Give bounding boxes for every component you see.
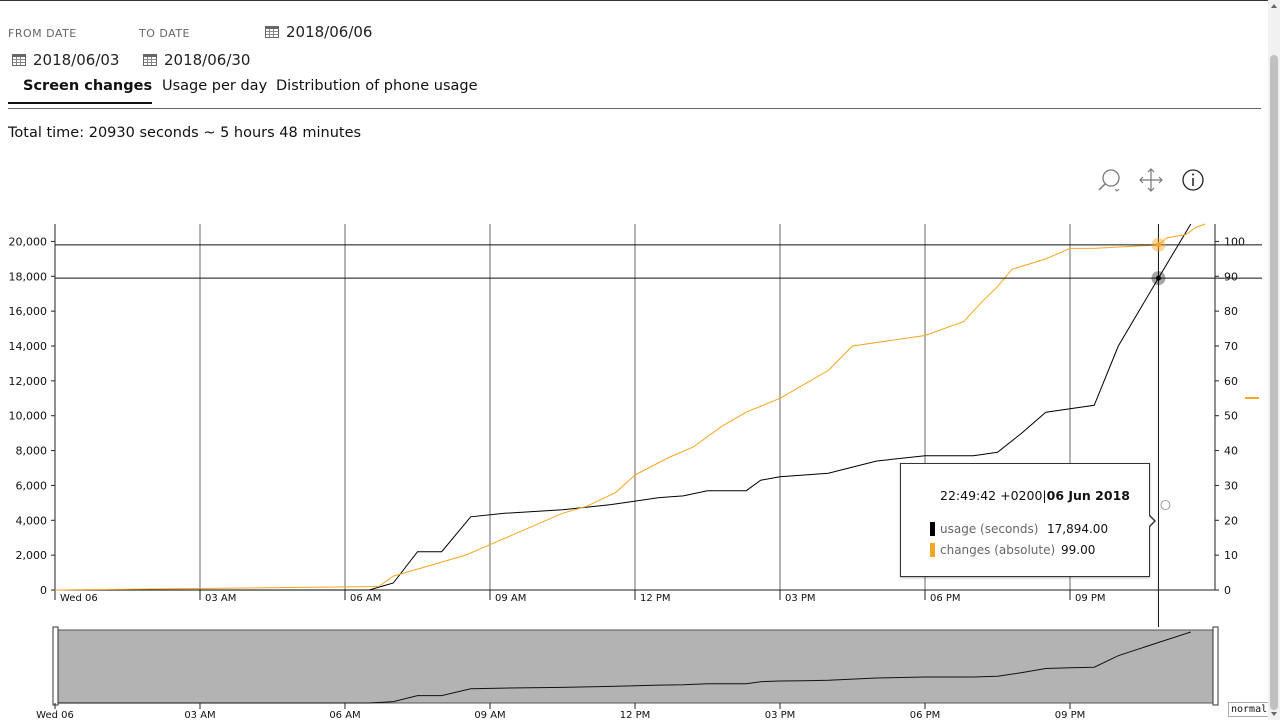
- page-scrollbar[interactable]: [1268, 0, 1280, 720]
- y-left-tick-label: 8,000: [16, 445, 48, 458]
- from-date-value: 2018/06/03: [33, 51, 120, 69]
- scroll-up-arrow-icon[interactable]: [1271, 4, 1277, 8]
- total-time-summary: Total time: 20930 seconds ~ 5 hours 48 m…: [8, 125, 362, 141]
- from-date-button[interactable]: 2018/06/03: [12, 51, 119, 69]
- x-tick-label: 06 PM: [930, 593, 961, 604]
- tooltip-value: 17,894.00: [1047, 522, 1109, 536]
- y-left-tick-label: 4,000: [16, 514, 48, 527]
- selected-date-value: 2018/06/06: [286, 23, 373, 41]
- y-right-tick-label: 100: [1224, 235, 1245, 248]
- tooltip-row-changes: changes (absolute) 99.00: [930, 543, 1095, 557]
- mode-badge: normal: [1228, 702, 1271, 717]
- range-navigator: Wed 06 03 AM 06 AM 09 AM 12 PM 03 PM 06 PM 09 P…: [36, 626, 1219, 720]
- info-icon[interactable]: [1179, 166, 1207, 194]
- y-right-tick-label: 80: [1224, 305, 1238, 318]
- navigator-handle-right: [1212, 626, 1219, 706]
- y-right-tick-label: 40: [1224, 445, 1238, 458]
- to-date-value: 2018/06/30: [164, 51, 251, 69]
- from-date-label: FROM DATE: [8, 27, 77, 40]
- tooltip-label: usage (seconds): [940, 522, 1039, 536]
- highlight-dot-changes: [1155, 242, 1161, 248]
- x-tick-label: 12 PM: [640, 593, 671, 604]
- y-left-tick-label: 20,000: [9, 235, 48, 248]
- scroll-down-arrow-icon[interactable]: [1271, 712, 1277, 716]
- calendar-icon: [265, 26, 279, 38]
- y-left-tick-label: 18,000: [9, 270, 48, 283]
- y-right-tick-label: 70: [1224, 340, 1238, 353]
- tooltip-row-usage: usage (seconds) 17,894.00: [930, 522, 1108, 536]
- zoom-icon[interactable]: [1096, 166, 1124, 194]
- navigator-range: [54, 629, 1216, 704]
- tab-usage-per-day[interactable]: Usage per day: [162, 78, 267, 102]
- navigator-tick-label: 12 PM: [620, 710, 651, 720]
- chart-tooltip: 22:49:42 +0200|06 Jun 2018 usage (second…: [900, 463, 1156, 577]
- selected-date-button[interactable]: 2018/06/06: [265, 23, 372, 41]
- info-small-icon: [1160, 500, 1171, 510]
- scroll-thumb[interactable]: [1270, 55, 1278, 710]
- highlight-marker-usage: [1151, 271, 1166, 286]
- navigator-tick-label: Wed 06: [36, 710, 74, 720]
- navigator-series-line: [55, 631, 1191, 704]
- highlight-marker-changes: [1151, 237, 1166, 252]
- x-tick-label: 03 PM: [785, 593, 816, 604]
- tooltip-value: 99.00: [1061, 543, 1096, 557]
- navigator-tick-label: 03 AM: [184, 710, 215, 720]
- y-right-tick-label: 10: [1224, 549, 1238, 562]
- y-left-tick-label: 14,000: [9, 340, 48, 353]
- y-right-tick-label: 30: [1224, 479, 1238, 492]
- calendar-icon: [12, 54, 26, 66]
- tooltip-label: changes (absolute): [940, 543, 1056, 557]
- x-tick-label: Wed 06: [60, 593, 98, 604]
- y-left-tick-label: 2,000: [16, 549, 48, 562]
- x-tick-label: 09 AM: [495, 593, 526, 604]
- y-right-tick-label: 60: [1224, 375, 1238, 388]
- tab-screen-changes[interactable]: Screen changes: [8, 78, 153, 104]
- y-left-tick-label: 0: [40, 584, 47, 597]
- y-left-tick-label: 6,000: [16, 479, 48, 492]
- navigator-tick-label: 06 PM: [910, 710, 941, 720]
- navigator-tick-label: 09 AM: [474, 710, 505, 720]
- tab-distribution-of-phone-usage[interactable]: Distribution of phone usage: [276, 78, 478, 102]
- navigator-tick-label: 03 PM: [765, 710, 796, 720]
- navigator-tick-label: 06 AM: [329, 710, 360, 720]
- navigator-handle-left: [52, 626, 59, 706]
- top-border: [0, 0, 1268, 1]
- to-date-label: TO DATE: [139, 27, 190, 40]
- x-tick-label: 06 AM: [350, 593, 381, 604]
- tooltip-timestamp: 22:49:42 +0200|06 Jun 2018: [940, 488, 1130, 503]
- y-left-tick-label: 16,000: [9, 305, 48, 318]
- tooltip-time: 22:49:42 +0200: [940, 488, 1043, 503]
- y-left-tick-label: 12,000: [9, 375, 48, 388]
- y-right-tick-label: 50: [1224, 410, 1238, 423]
- x-tick-label: 09 PM: [1075, 593, 1106, 604]
- highlight-dot-usage: [1155, 275, 1161, 281]
- x-tick-label: 03 AM: [205, 593, 236, 604]
- calendar-icon: [143, 54, 157, 66]
- tab-bar: Screen changes Usage per day Distributio…: [8, 76, 1261, 109]
- legend-swatch-usage: [930, 522, 935, 536]
- y-left-tick-label: 10,000: [9, 410, 48, 423]
- tooltip-date: 06 Jun 2018: [1046, 488, 1130, 503]
- navigator-tick-label: 09 PM: [1055, 710, 1086, 720]
- legend-swatch-changes: [930, 543, 935, 557]
- tooltip-arrow: [1148, 514, 1156, 528]
- to-date-button[interactable]: 2018/06/30: [143, 51, 250, 69]
- y-right-tick-label: 0: [1224, 584, 1231, 597]
- pan-icon[interactable]: [1137, 166, 1165, 194]
- y-right-tick-label: 20: [1224, 514, 1238, 527]
- y-right-tick-label: 90: [1224, 270, 1238, 283]
